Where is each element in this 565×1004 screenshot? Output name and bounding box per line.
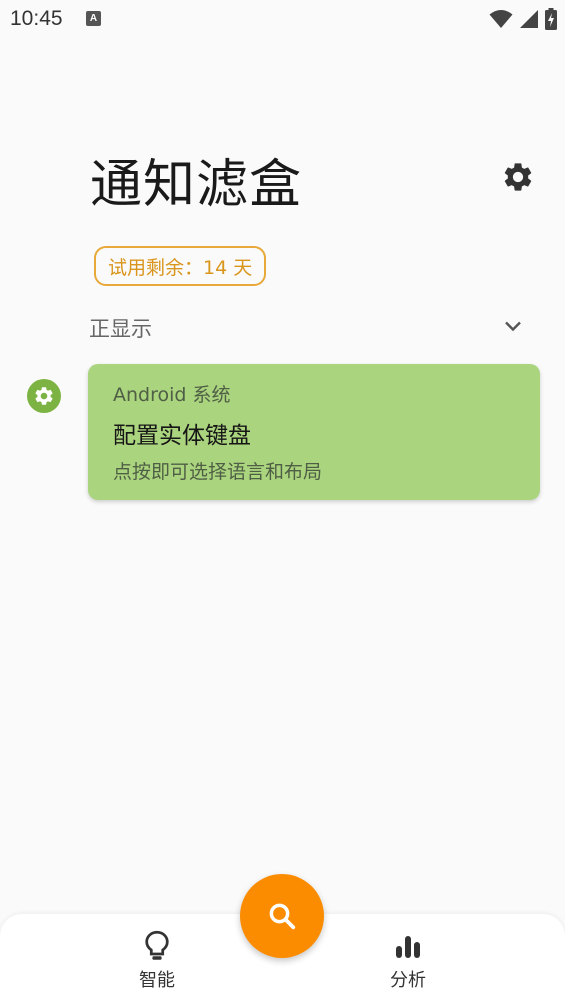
status-icons [489, 8, 557, 30]
signal-icon [520, 10, 538, 28]
notification-text: 点按即可选择语言和布局 [113, 461, 323, 483]
android-system-app-badge [27, 379, 61, 413]
battery-charging-icon [545, 8, 557, 30]
section-header-showing[interactable]: 正显示 [89, 306, 529, 346]
nav-label-analysis: 分析 [390, 970, 426, 991]
nav-item-analysis[interactable]: 分析 [353, 930, 463, 1000]
gear-icon [504, 163, 532, 191]
section-label: 正显示 [89, 317, 152, 341]
notification-app-name: Android 系统 [113, 384, 231, 406]
status-bar: 10:45 A [0, 0, 565, 38]
nav-label-smart: 智能 [139, 970, 175, 991]
bar-chart-icon [396, 936, 420, 958]
trial-remaining-badge[interactable]: 试用剩余：14 天 [94, 246, 267, 286]
search-fab-button[interactable] [240, 874, 324, 958]
settings-button[interactable] [498, 157, 538, 197]
trial-remaining-label: 试用剩余：14 天 [108, 256, 253, 279]
notification-card[interactable]: Android 系统 配置实体键盘 点按即可选择语言和布局 [88, 364, 540, 500]
chevron-down-icon [505, 321, 521, 332]
search-icon [269, 903, 296, 930]
page-title: 通知滤盒 [90, 155, 303, 215]
nav-item-smart[interactable]: 智能 [102, 930, 212, 1000]
keyboard-notification-icon: A [86, 11, 101, 26]
lightbulb-icon [145, 930, 169, 960]
status-time: 10:45 [10, 7, 63, 30]
notification-title: 配置实体键盘 [113, 423, 251, 449]
gear-icon [35, 387, 53, 405]
wifi-icon [489, 10, 513, 28]
